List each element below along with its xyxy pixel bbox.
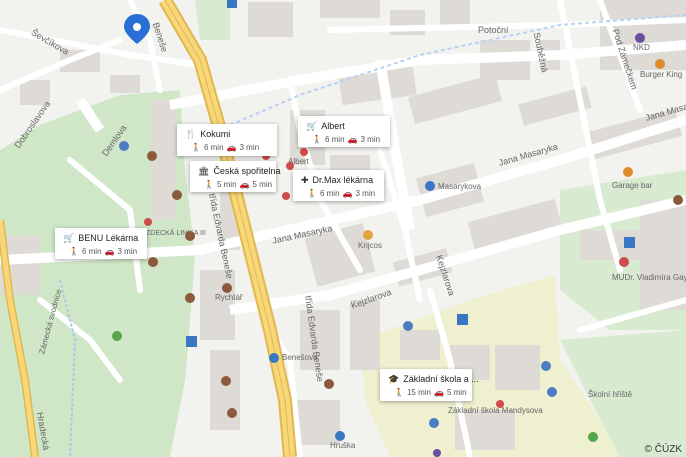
- doctor-icon[interactable]: [619, 257, 629, 267]
- street-label-potocni: Potoční: [478, 25, 509, 35]
- car-icon: 🚗: [226, 143, 237, 152]
- walking-icon: 🚶: [307, 189, 317, 198]
- car-icon: 🚗: [342, 189, 353, 198]
- bus-stop-icon[interactable]: [269, 353, 279, 363]
- accessibility-icon[interactable]: [541, 361, 551, 371]
- restaurant-icon: 🍴: [185, 128, 197, 139]
- walking-icon: 🚶: [191, 143, 201, 152]
- car-time: 3 min: [360, 135, 381, 144]
- poi-card-ceska-sporitelna[interactable]: 🏛 Česká spořitelna 🚶 5 min 🚗 5 min: [190, 161, 280, 192]
- drmax-marker-icon[interactable]: [282, 192, 290, 200]
- place-label-skolni-hriste: Školní hřiště: [588, 390, 633, 399]
- shop-icon[interactable]: [635, 33, 645, 43]
- car-icon: 🚗: [347, 135, 358, 144]
- poi-card-title: Albert: [321, 121, 345, 131]
- cafe-icon[interactable]: [363, 230, 373, 240]
- car-icon: 🚗: [433, 388, 444, 397]
- park-area-top: [195, 0, 230, 40]
- poi-card-drmax[interactable]: ✚ Dr.Max lékárna 🚶 6 min 🚗 3 min: [293, 170, 384, 201]
- poi-card-benu-lekarna[interactable]: 🛒 BENU Lékárna 🚶 6 min 🚗 3 min: [55, 228, 147, 259]
- place-label-benesova: Benešova: [282, 353, 318, 362]
- parking-icon[interactable]: [457, 314, 468, 325]
- place-label-mudr-text: MUDr. Vladimíra Gayerová: [612, 273, 686, 282]
- car-icon: 🚗: [104, 247, 115, 256]
- walk-time: 6 min: [324, 135, 345, 144]
- albert-marker-icon[interactable]: [300, 148, 308, 156]
- cafe-icon[interactable]: [227, 408, 237, 418]
- location-pin-icon[interactable]: [124, 14, 150, 44]
- map-copyright: © ČÚZK: [644, 444, 682, 455]
- car-time: 3 min: [239, 143, 260, 152]
- accessibility-icon[interactable]: [403, 321, 413, 331]
- school-marker-icon[interactable]: [496, 400, 504, 408]
- playground-icon[interactable]: [588, 432, 598, 442]
- shopping-cart-icon: 🛒: [306, 120, 318, 131]
- car-time: 3 min: [355, 189, 376, 198]
- place-label-garage-bar: Garage bar: [612, 181, 653, 190]
- place-label-hruska: Hruška: [330, 441, 356, 450]
- poi-card-zakladni-skola[interactable]: 🎓 Základní škola a ... 🚶 15 min 🚗 5 min: [380, 369, 479, 401]
- place-label-masarykova: Masarykova: [438, 182, 482, 191]
- cafe-icon[interactable]: [172, 190, 182, 200]
- cafe-icon[interactable]: [221, 376, 231, 386]
- cafe-icon[interactable]: [147, 151, 157, 161]
- cafe-icon[interactable]: [324, 379, 334, 389]
- accessibility-icon[interactable]: [119, 141, 129, 151]
- car-time: 5 min: [446, 388, 467, 397]
- walk-time: 15 min: [406, 388, 431, 397]
- parking-icon[interactable]: [624, 237, 635, 248]
- shop-icon[interactable]: [433, 449, 441, 457]
- cafe-icon[interactable]: [185, 293, 195, 303]
- bank-icon: 🏛: [198, 165, 210, 176]
- pharmacy-icon: ✚: [301, 174, 309, 185]
- accessibility-icon[interactable]: [547, 387, 557, 397]
- car-icon: 🚗: [239, 180, 250, 189]
- walk-time: 6 min: [319, 189, 340, 198]
- cafe-icon[interactable]: [673, 195, 683, 205]
- place-label-nkd: NKD: [633, 43, 650, 52]
- poi-card-title: Základní škola a ...: [403, 374, 479, 384]
- park-tree-icon[interactable]: [112, 331, 122, 341]
- place-label-burger-king: Burger King: [640, 70, 682, 79]
- pharmacy-marker-icon[interactable]: [144, 218, 152, 226]
- car-time: 5 min: [252, 180, 273, 189]
- place-label-rychtar: Rychtář: [215, 293, 243, 302]
- poi-card-title: Česká spořitelna: [213, 166, 281, 176]
- cafe-icon[interactable]: [148, 257, 158, 267]
- walk-time: 5 min: [216, 180, 237, 189]
- poi-card-albert[interactable]: 🛒 Albert 🚶 6 min 🚗 3 min: [298, 116, 390, 147]
- cafe-icon[interactable]: [623, 167, 633, 177]
- place-label-mudr: MUDr. Vladimíra Gayerová: [612, 273, 686, 282]
- cafe-icon[interactable]: [185, 231, 195, 241]
- bank-marker-icon[interactable]: [286, 162, 294, 170]
- parking-icon[interactable]: [186, 336, 197, 347]
- restaurant-icon[interactable]: [655, 59, 665, 69]
- bus-stop-icon[interactable]: [335, 431, 345, 441]
- poi-card-kokumi[interactable]: 🍴 Kokumi 🚶 6 min 🚗 3 min: [177, 124, 277, 156]
- place-label-krijcos: Krijcos: [358, 241, 382, 250]
- walking-icon: 🚶: [204, 180, 214, 189]
- shopping-cart-icon: 🛒: [63, 232, 75, 243]
- poi-card-title: Kokumi: [200, 129, 231, 139]
- walking-icon: 🚶: [69, 247, 79, 256]
- poi-card-title: Dr.Max lékárna: [312, 175, 374, 185]
- walk-time: 6 min: [81, 247, 102, 256]
- bus-stop-icon[interactable]: [425, 181, 435, 191]
- parking-icon[interactable]: [227, 0, 237, 8]
- cafe-icon[interactable]: [222, 283, 232, 293]
- place-label-klinika: ZDECKÁ LINIKA III: [146, 228, 206, 237]
- accessibility-icon[interactable]: [429, 418, 439, 428]
- walking-icon: 🚶: [394, 388, 404, 397]
- walking-icon: 🚶: [312, 135, 322, 144]
- school-icon: 🎓: [388, 373, 400, 384]
- poi-card-title: BENU Lékárna: [78, 233, 139, 243]
- walk-time: 6 min: [203, 143, 224, 152]
- car-time: 3 min: [117, 247, 138, 256]
- place-label-zakladni-skola-mandysova: Základní škola Mandysova: [448, 406, 543, 415]
